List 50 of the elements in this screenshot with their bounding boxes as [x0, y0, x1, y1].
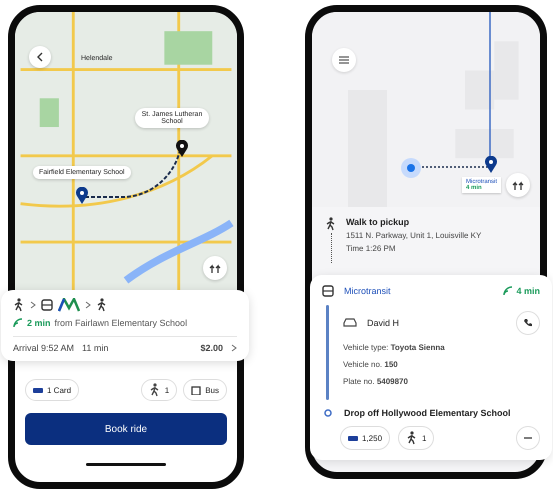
call-button[interactable]	[516, 311, 540, 335]
walk-icon	[96, 298, 108, 312]
bags-icon	[191, 386, 202, 394]
realtime-icon	[503, 286, 514, 296]
step-detail: 1511 N. Parkway, Unit 1, Louisville KY	[346, 231, 482, 240]
route-option-card[interactable]: 2 min from Fairlawn Elementary School Arrival 9:52 AM 11 min $2.00	[1, 290, 249, 361]
departure-text: from Fairlawn Elementary School	[54, 318, 188, 328]
vehicle-detail: Vehicle no. 150	[343, 360, 399, 369]
riders-icon	[148, 383, 161, 397]
bus-icon	[322, 285, 334, 297]
walking-path-line	[330, 233, 332, 263]
directions-icon	[512, 179, 524, 191]
chevron-icon	[231, 344, 237, 352]
chevron-icon	[85, 301, 91, 309]
phone-icon	[523, 318, 533, 328]
walk-icon	[325, 217, 337, 231]
driver-name: David H	[367, 318, 400, 328]
stop-circle-icon	[324, 409, 332, 417]
bags-chip[interactable]: Bus	[183, 379, 227, 401]
map-pin-icon	[75, 187, 89, 205]
payment-icon	[348, 434, 358, 442]
book-ride-button[interactable]: Book ride	[25, 413, 227, 445]
realtime-icon	[13, 318, 23, 328]
riders-chip[interactable]: 1	[140, 379, 178, 401]
map-pin-icon	[175, 140, 189, 158]
map-pin-icon	[484, 156, 498, 174]
fare-price: $2.00	[200, 343, 223, 353]
payment-chip[interactable]: 1,250	[340, 426, 390, 450]
car-icon	[343, 318, 357, 328]
wait-time: 4 min	[516, 286, 540, 296]
riders-chip[interactable]: 1	[398, 426, 434, 450]
arrival-time: Arrival 9:52 AM	[13, 343, 74, 353]
directions-icon	[209, 262, 221, 274]
payment-chip[interactable]: 1 Card	[25, 379, 80, 401]
back-icon	[37, 52, 43, 62]
wait-time: 2 min	[27, 318, 51, 328]
vehicle-detail: Vehicle type: Toyota Sienna	[343, 343, 446, 352]
step-detail: Time 1:26 PM	[346, 244, 396, 253]
walk-icon	[13, 298, 25, 312]
step-title: Walk to pickup	[346, 217, 410, 227]
service-name: Microtransit	[344, 286, 391, 296]
trip-duration: 11 min	[82, 343, 110, 353]
vehicle-detail: Plate no. 5409870	[343, 377, 409, 386]
dropoff-text: Drop off Hollywood Elementary School	[344, 408, 511, 418]
menu-icon	[339, 56, 349, 64]
chevron-icon	[30, 301, 36, 309]
payment-icon	[33, 386, 43, 394]
transit-logo-icon	[58, 298, 80, 312]
bus-icon	[41, 299, 53, 311]
location-dot-icon	[400, 157, 422, 179]
